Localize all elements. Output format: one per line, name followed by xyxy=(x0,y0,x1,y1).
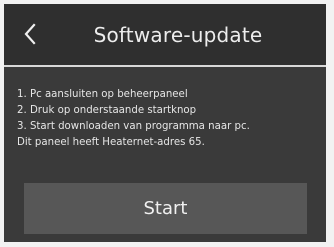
page-title: Software-update xyxy=(93,23,263,47)
header-bar: Software-update xyxy=(4,4,326,67)
instruction-step-1: 1. Pc aansluiten op beheerpaneel xyxy=(17,89,188,100)
instruction-list: 1. Pc aansluiten op beheerpaneel 2. Druk… xyxy=(17,87,318,151)
software-update-panel: Software-update 1. Pc aansluiten op behe… xyxy=(4,4,326,242)
start-button[interactable]: Start xyxy=(24,183,307,234)
instruction-step-3: 3. Start downloaden van programma naar p… xyxy=(17,121,250,132)
instruction-step-2: 2. Druk op onderstaande startknop xyxy=(17,105,197,116)
heaternet-address-text: Dit paneel heeft Heaternet-adres 65. xyxy=(17,137,205,148)
content-area: 1. Pc aansluiten op beheerpaneel 2. Druk… xyxy=(4,67,326,242)
